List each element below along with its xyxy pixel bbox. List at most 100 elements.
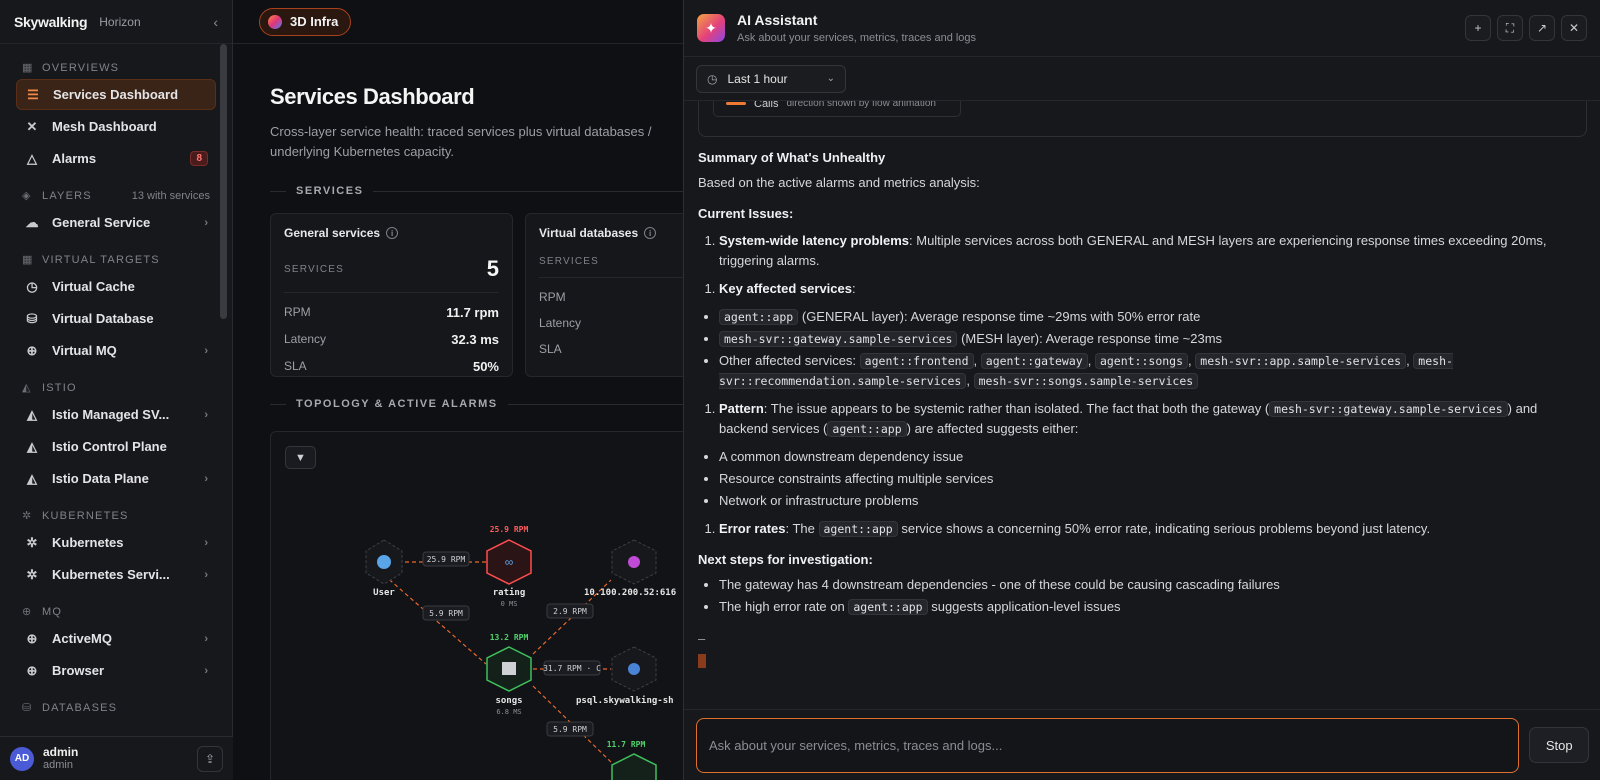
chevron-right-icon: › <box>204 344 208 357</box>
time-range-bar: ◷ Last 1 hour ⌄ <box>684 57 1600 101</box>
sidebar-item-alarms[interactable]: △ Alarms 8 <box>16 143 216 174</box>
page-title: Services Dashboard <box>270 84 475 109</box>
brand-bar: Skywalking Horizon ‹ <box>0 0 232 44</box>
sidebar-item-istio-data-plane[interactable]: ◭ Istio Data Plane › <box>16 463 216 494</box>
sidebar-item-kubernetes-service[interactable]: ✲ Kubernetes Servi... › <box>16 559 216 590</box>
node-songs: 13.2 RPM songs 6.8 MS <box>486 633 532 716</box>
close-icon[interactable]: ✕ <box>1561 15 1587 41</box>
clock-icon: ◷ <box>707 71 718 86</box>
info-icon[interactable]: i <box>644 227 657 239</box>
assistant-subtitle: Ask about your services, metrics, traces… <box>737 32 977 44</box>
svg-text:0 MS: 0 MS <box>501 600 518 608</box>
topology-section-header: TOPOLOGY & ACTIVE ALARMS <box>270 398 683 410</box>
time-range-select[interactable]: ◷ Last 1 hour ⌄ <box>696 64 846 93</box>
sidebar-item-virtual-cache[interactable]: ◷ Virtual Cache <box>16 271 216 302</box>
database-icon: ⛁ <box>22 702 33 714</box>
network-icon: ✕ <box>26 118 38 134</box>
globe-icon: ⊕ <box>26 630 38 646</box>
info-icon[interactable]: i <box>386 227 399 239</box>
edge-label-songs-ip: 2.9 RPM <box>553 607 587 616</box>
chevron-right-icon: › <box>204 408 208 421</box>
list-item: Network or infrastructure problems <box>719 491 1587 511</box>
page-description: Cross-layer service health: traced servi… <box>270 124 652 159</box>
sidebar-item-virtual-mq[interactable]: ⊕ Virtual MQ › <box>16 335 216 366</box>
infra-3d-button[interactable]: 3D Infra <box>259 7 352 36</box>
sparkle-icon: ✦ <box>697 14 725 42</box>
orb-icon <box>268 14 282 29</box>
rpm-value: 11.7 rpm <box>446 305 499 320</box>
sidebar-item-browser[interactable]: ⊕ Browser › <box>16 655 216 686</box>
chevron-right-icon: › <box>204 664 208 677</box>
helm-icon: ✲ <box>26 566 38 582</box>
issues-list-4: Error rates: The agent::app service show… <box>698 519 1587 539</box>
issues-list-1: System-wide latency problems: Multiple s… <box>698 231 1587 271</box>
edge-label-user-rating: 25.9 RPM <box>427 555 466 564</box>
section-kubernetes: ✲ KUBERNETES <box>22 510 129 522</box>
collapse-sidebar-icon[interactable]: ‹ <box>213 14 218 30</box>
sidebar: Skywalking Horizon ‹ ▦ OVERVIEWS ☰ Service… <box>0 0 233 780</box>
node-user: User <box>365 539 403 598</box>
affected-services-list: agent::app (GENERAL layer): Average resp… <box>698 307 1587 391</box>
svg-text:psql.skywalking-sh: psql.skywalking-sh <box>576 695 674 706</box>
avatar[interactable]: AD <box>10 746 34 771</box>
top-bar: 3D Infra <box>233 0 683 44</box>
svg-text:songs: songs <box>495 696 522 706</box>
virtual-databases-card[interactable]: Virtual databases i SERVICES RPM Latency … <box>525 213 683 377</box>
sla-value: 50% <box>472 359 499 374</box>
svg-text:User: User <box>373 588 395 598</box>
chat-input[interactable] <box>696 717 1520 773</box>
sidebar-item-istio-managed[interactable]: ◭ Istio Managed SV... › <box>16 399 216 430</box>
chevron-right-icon: › <box>204 216 208 229</box>
sidebar-item-activemq[interactable]: ⊕ ActiveMQ › <box>16 623 216 654</box>
sidebar-item-mesh-dashboard[interactable]: ✕ Mesh Dashboard <box>16 111 216 142</box>
alert-triangle-icon: △ <box>27 150 37 166</box>
clock-icon: ◷ <box>26 278 38 294</box>
skywalking-logo[interactable]: Skywalking <box>14 14 88 30</box>
new-chat-plus-icon[interactable]: + <box>1465 15 1491 41</box>
open-external-icon[interactable]: ↗ <box>1529 15 1555 41</box>
sidebar-item-virtual-database[interactable]: ⛁ Virtual Database <box>16 303 216 334</box>
edge-label-user-songs: 5.9 RPM <box>429 609 463 618</box>
chevron-right-icon: › <box>204 472 208 485</box>
globe-icon: ⊕ <box>22 606 33 618</box>
section-mq: ⊕ MQ <box>22 606 63 618</box>
issues-list-2: Key affected services: <box>698 279 1587 299</box>
chevron-right-icon: › <box>204 568 208 581</box>
issue-error-rates: Error rates: The agent::app service show… <box>719 519 1587 539</box>
server-icon: ☰ <box>27 86 39 102</box>
list-item: The gateway has 4 downstream dependencie… <box>719 575 1587 595</box>
issue-pattern: Pattern: The issue appears to be systemi… <box>719 399 1587 439</box>
sidebar-item-kubernetes[interactable]: ✲ Kubernetes › <box>16 527 216 558</box>
grid-icon: ▦ <box>22 62 34 74</box>
stream-dash: – <box>698 631 706 646</box>
sidebar-item-services-dashboard[interactable]: ☰ Services Dashboard <box>16 79 216 110</box>
issue-latency: System-wide latency problems: Multiple s… <box>719 231 1587 271</box>
services-section-header: SERVICES <box>270 185 683 197</box>
general-services-card[interactable]: General services i SERVICES 5 RPM 11.7 rpm … <box>270 213 513 377</box>
logout-icon[interactable]: ⇪ <box>197 745 223 772</box>
list-item: agent::app (GENERAL layer): Average resp… <box>719 307 1587 327</box>
summary-heading: Summary of What's Unhealthy <box>698 150 886 165</box>
expand-icon[interactable]: ⛶ <box>1497 15 1523 41</box>
user-bar: AD admin admin ⇪ <box>0 736 233 780</box>
chevron-right-icon: › <box>204 536 208 549</box>
svg-text:13.2 RPM: 13.2 RPM <box>490 633 529 642</box>
ai-assistant-panel: ✦ AI Assistant Ask about your services, … <box>683 0 1600 780</box>
summary-intro: Based on the active alarms and metrics a… <box>698 175 980 190</box>
topology-panel[interactable]: ▼ 25.9 RPM 5.9 RPM 2.9 RPM 31.7 RPM · C … <box>270 431 683 780</box>
list-item: The high error rate on agent::app sugges… <box>719 597 1587 617</box>
sail-icon: ◭ <box>22 382 32 394</box>
stop-button[interactable]: Stop <box>1529 727 1589 763</box>
sidebar-item-istio-control-plane[interactable]: ◭ Istio Control Plane <box>16 431 216 462</box>
section-databases: ⛁ DATABASES <box>22 702 118 714</box>
helm-icon: ✲ <box>26 534 38 550</box>
typing-cursor <box>698 654 706 668</box>
chevron-down-icon: ⌄ <box>826 73 835 84</box>
topology-graph[interactable]: 25.9 RPM 5.9 RPM 2.9 RPM 31.7 RPM · C 5.… <box>271 432 683 780</box>
sail-icon: ◭ <box>27 470 37 486</box>
sidebar-item-general-service[interactable]: ☁ General Service › <box>16 207 216 238</box>
svg-text:10.100.200.52:616: 10.100.200.52:616 <box>584 588 676 598</box>
section-virtual-targets: ▦ VIRTUAL TARGETS <box>22 254 160 266</box>
product-name: Horizon <box>99 14 141 29</box>
assistant-header: ✦ AI Assistant Ask about your services, … <box>684 0 1600 57</box>
